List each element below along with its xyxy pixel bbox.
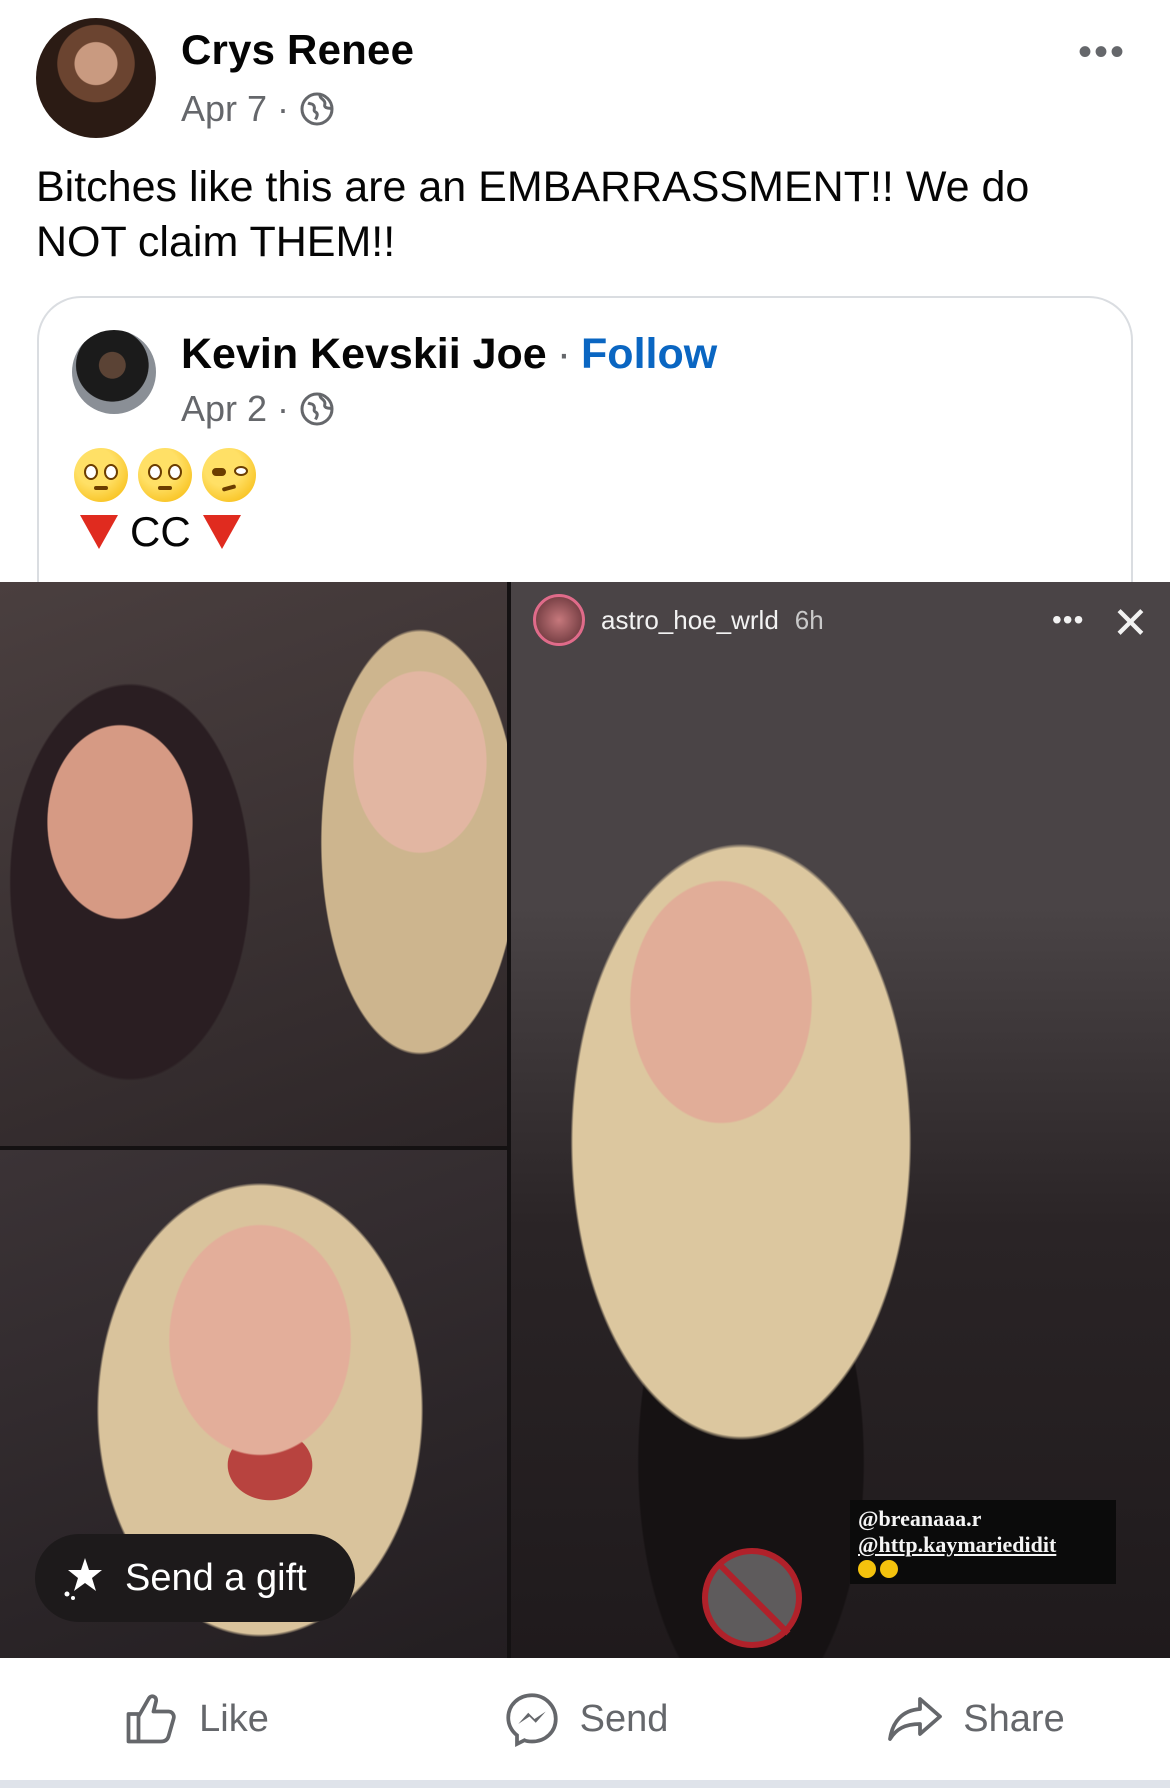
- share-arrow-icon: [888, 1697, 943, 1741]
- more-options-icon[interactable]: •••: [1078, 30, 1126, 75]
- messenger-icon: [505, 1693, 558, 1748]
- cc-text: CC: [130, 508, 191, 555]
- cc-line: CC: [80, 508, 241, 556]
- story-close-icon: ✕: [1112, 599, 1149, 648]
- send-button[interactable]: Send: [390, 1689, 780, 1749]
- story-header: astro_hoe_wrld 6h: [533, 594, 824, 646]
- meta-separator: ·: [277, 388, 290, 429]
- no-symbol-sticker: [702, 1548, 802, 1648]
- emoji-row: [74, 448, 256, 502]
- author-separator: ·: [556, 330, 572, 378]
- shared-date[interactable]: Apr 2: [181, 388, 267, 430]
- like-button[interactable]: Like: [0, 1689, 390, 1749]
- story-time: 6h: [794, 604, 824, 635]
- share-button[interactable]: Share: [780, 1689, 1170, 1749]
- gift-star-icon: [64, 1558, 102, 1600]
- post-image[interactable]: [0, 582, 1170, 1658]
- globe-icon: [300, 392, 334, 426]
- mention-tag: @breanaaa.r: [858, 1506, 982, 1531]
- author-avatar[interactable]: [36, 18, 156, 138]
- globe-icon: [300, 92, 334, 126]
- emoji-sticker: [858, 1560, 1108, 1578]
- post-author-name[interactable]: Crys Renee: [181, 26, 414, 74]
- woozy-face-icon: [202, 448, 256, 502]
- meta-separator: ·: [277, 88, 290, 129]
- post-text: Bitches like this are an EMBARRASSMENT!!…: [36, 163, 1030, 266]
- like-label: Like: [199, 1697, 269, 1740]
- shared-author-row: Kevin Kevskii Joe · Follow: [181, 330, 717, 379]
- post-meta: Apr 7 ·: [181, 88, 335, 130]
- shared-author-name[interactable]: Kevin Kevskii Joe: [181, 330, 547, 379]
- post-date[interactable]: Apr 7: [181, 88, 267, 130]
- collage-divider: [0, 1146, 507, 1150]
- photo-two-women: [0, 582, 507, 1146]
- shared-meta: Apr 2 ·: [181, 388, 335, 430]
- thumbs-up-icon: [126, 1694, 176, 1744]
- send-gift-button[interactable]: Send a gift: [35, 1534, 355, 1622]
- mention-tag: @http.kaymariedidit: [858, 1532, 1057, 1557]
- send-gift-label: Send a gift: [125, 1556, 307, 1599]
- story-username: astro_hoe_wrld: [601, 604, 779, 635]
- story-avatar: [533, 594, 585, 646]
- bottom-divider: [0, 1780, 1170, 1788]
- mention-tags: @breanaaa.r @http.kaymariedidit: [850, 1500, 1116, 1584]
- collage-divider: [507, 582, 511, 1658]
- red-triangle-down-icon: [202, 515, 241, 549]
- shared-author-avatar[interactable]: [72, 330, 156, 414]
- action-bar: Like Send Share: [0, 1658, 1170, 1780]
- send-label: Send: [579, 1697, 669, 1740]
- share-label: Share: [963, 1697, 1065, 1740]
- follow-button[interactable]: Follow: [581, 330, 717, 379]
- red-triangle-down-icon: [80, 515, 118, 549]
- photo-story-screenshot: [511, 582, 1170, 1658]
- story-more-icon: •••: [1052, 604, 1085, 635]
- flushed-face-icon: [138, 448, 192, 502]
- flushed-face-icon: [74, 448, 128, 502]
